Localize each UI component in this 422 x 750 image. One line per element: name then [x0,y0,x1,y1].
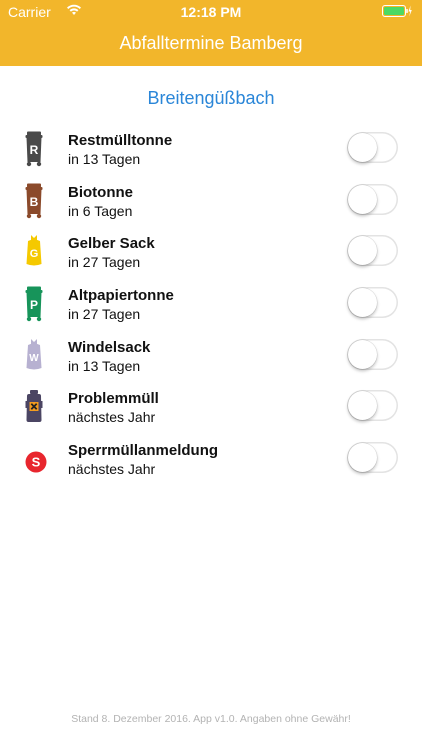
navigation-bar: Carrier 12:18 PM Abfalltermine Bamberg [0,0,422,66]
paper-bin-icon: P [22,285,52,323]
battery-charging-icon [382,5,412,20]
yellow-bag-icon: G [22,233,52,271]
status-time: 12:18 PM [180,4,242,20]
toggle-knob [348,184,377,214]
notification-toggle[interactable] [347,338,398,370]
residual-waste-bin-icon: R [22,130,52,168]
notification-toggle[interactable] [347,287,398,319]
toggle-knob [348,236,377,266]
item-name: Biotonne [68,183,133,201]
list-item: G Gelber Sack in 27 Tagen [0,227,422,279]
item-due: in 13 Tagen [68,357,141,374]
item-due: nächstes Jahr [68,409,156,426]
notification-toggle[interactable] [347,390,398,422]
notification-toggle[interactable] [347,235,398,267]
item-name: Sperrmüllanmeldung [68,442,219,460]
waste-type-list: R Restmülltonne in 13 Tagen B Biotonne i… [0,124,422,486]
toggle-knob [348,288,377,318]
toggle-knob [348,339,377,369]
bulky-waste-icon: S [22,440,52,478]
list-item: W Windelsack in 13 Tagen [0,331,422,383]
item-due: in 6 Tagen [68,202,133,219]
toggle-knob [348,391,377,421]
hazardous-waste-icon [22,388,52,426]
organic-bin-icon: B [22,182,52,220]
item-name: Gelber Sack [68,235,155,253]
list-item: B Biotonne in 6 Tagen [0,176,422,228]
item-name: Windelsack [68,338,151,356]
list-item: S Sperrmüllanmeldung nächstes Jahr [0,434,422,486]
status-bar: Carrier 12:18 PM [0,0,422,22]
notification-toggle[interactable] [347,183,398,215]
location-title[interactable]: Breitengüßbach [0,88,422,109]
list-item: P Altpapiertonne in 27 Tagen [0,279,422,331]
footer-note: Stand 8. Dezember 2016. App v1.0. Angabe… [71,713,351,725]
svg-text:R: R [30,143,39,157]
svg-text:S: S [32,455,41,470]
svg-text:P: P [30,298,38,312]
page-title: Abfalltermine Bamberg [119,33,303,53]
toggle-knob [348,443,377,473]
list-item: Problemmüll nächstes Jahr [0,382,422,434]
notification-toggle[interactable] [347,132,398,163]
item-due: in 27 Tagen [68,306,141,323]
toggle-knob [348,133,377,162]
item-due: in 27 Tagen [68,254,141,271]
notification-toggle[interactable] [347,442,398,474]
svg-text:G: G [30,248,39,260]
item-name: Altpapiertonne [68,287,174,305]
item-name: Restmülltonne [68,132,173,149]
svg-text:W: W [29,353,39,364]
diaper-bag-icon: W [22,337,52,375]
item-due: in 13 Tagen [68,151,141,167]
item-due: nächstes Jahr [68,461,156,478]
item-name: Problemmüll [68,390,159,408]
list-item: R Restmülltonne in 13 Tagen [0,124,422,176]
svg-text:B: B [30,195,39,209]
